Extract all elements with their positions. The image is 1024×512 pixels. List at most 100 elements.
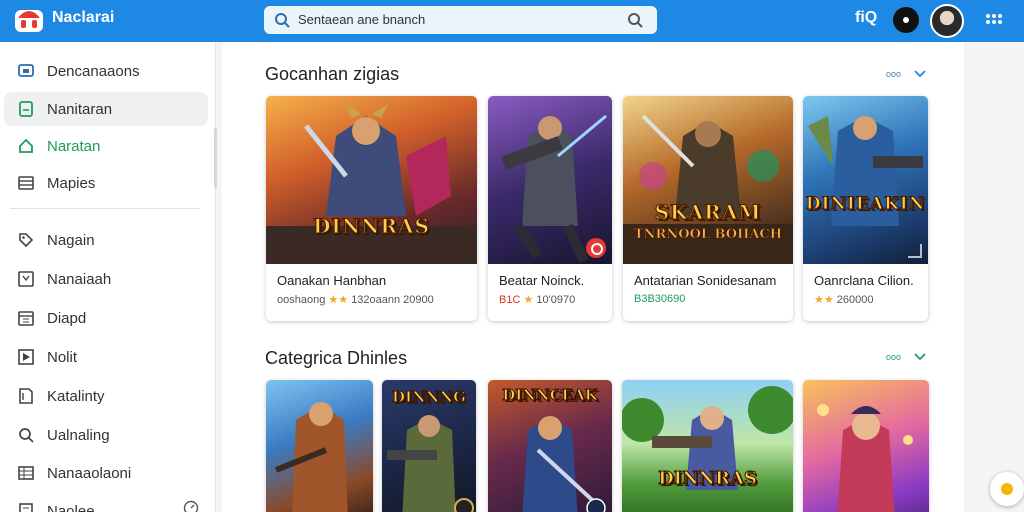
- rating-stars: ★★: [814, 294, 834, 306]
- tag-icon: [19, 233, 34, 248]
- brand-name: Naclarai: [52, 9, 115, 26]
- sidebar-item-label: Nanaiaah: [47, 271, 112, 288]
- game-meta: ooshaong ★★ 132oaann 20900: [277, 293, 434, 306]
- game-art: DINIEAKIN: [803, 96, 928, 264]
- sidebar: Dencanaaons Nanitaran Naratan Mapies Nag…: [0, 42, 217, 512]
- game-meta: B3B30690: [634, 293, 685, 305]
- search-icon: [19, 428, 34, 443]
- game-art-title: DINNCEAK: [502, 386, 598, 405]
- category-card[interactable]: DINNNG: [382, 380, 476, 512]
- category-card[interactable]: [803, 380, 929, 512]
- game-card[interactable]: Beatar Noinck. B1C ★ 10'0970: [488, 96, 612, 321]
- rating-stars: ★: [523, 294, 534, 306]
- game-art-subtitle: TNRNOOL BOIIACH: [634, 227, 783, 243]
- game-art: DINNRAS: [266, 96, 477, 264]
- monitor-icon: [18, 64, 34, 77]
- sidebar-divider: [10, 208, 200, 209]
- search-input[interactable]: Sentaean ane bnanch: [298, 12, 425, 27]
- document-icon: [19, 503, 33, 512]
- game-meta-suffix: 132oaann 20900: [351, 294, 434, 306]
- category-card[interactable]: DINNRAS: [622, 380, 793, 512]
- clock-icon[interactable]: [183, 500, 199, 512]
- game-art: [803, 380, 929, 512]
- game-card[interactable]: DINIEAKIN Oanrclana Cilion. ★★ 260000: [803, 96, 928, 321]
- file-icon: [19, 388, 33, 404]
- sidebar-item-nanaiaah[interactable]: Nanaiaah: [4, 262, 208, 296]
- sidebar-item-label: Ualnaling: [47, 427, 110, 444]
- game-card[interactable]: SKARAM TNRNOOL BOIIACH Antatarian Sonide…: [623, 96, 793, 321]
- app-logo-icon[interactable]: [14, 6, 44, 34]
- list-icon: [18, 176, 34, 190]
- sidebar-item-label: Diapd: [47, 310, 87, 327]
- category-card[interactable]: [266, 380, 373, 512]
- sidebar-item-naratan[interactable]: Naratan: [4, 129, 208, 163]
- window-icon: [18, 271, 34, 287]
- sidebar-item-label: Nanitaran: [47, 101, 113, 118]
- sidebar-scrollbar[interactable]: [214, 128, 217, 188]
- help-fab-button[interactable]: [990, 472, 1024, 506]
- game-title: Oanrclana Cilion.: [814, 273, 914, 288]
- see-more-link[interactable]: ooo: [886, 352, 901, 362]
- sidebar-item-label: Mapies: [47, 175, 96, 192]
- section-title: Categrica Dhinles: [265, 348, 408, 368]
- search-icon: [275, 13, 290, 28]
- corner-icon: [908, 244, 922, 258]
- sidebar-item-nolit[interactable]: Nolit: [4, 340, 208, 374]
- game-art-title: DINNRAS: [313, 214, 430, 239]
- sidebar-item-label: Dencanaaons: [47, 63, 140, 80]
- game-art: SKARAM TNRNOOL BOIIACH: [623, 96, 793, 264]
- game-card[interactable]: DINNRAS Oanakan Hanbhan ooshaong ★★ 132o…: [266, 96, 477, 321]
- game-art: DINNCEAK: [488, 380, 612, 512]
- sidebar-item-label: Nolit: [47, 349, 78, 366]
- search-bar[interactable]: Sentaean ane bnanch: [264, 6, 657, 34]
- home-icon: [19, 138, 33, 153]
- calendar-icon: [18, 311, 34, 326]
- rating-stars: ★★: [328, 294, 349, 306]
- chevron-down-icon[interactable]: [914, 69, 926, 79]
- see-more-link[interactable]: ooo: [886, 69, 901, 79]
- game-meta-suffix: B3B30690: [634, 293, 686, 305]
- game-art-title: DINIEAKIN: [805, 194, 926, 215]
- badge-icon: [586, 238, 606, 258]
- record-button[interactable]: [893, 7, 919, 33]
- sidebar-item-nagain[interactable]: Nagain: [4, 223, 208, 257]
- sidebar-item-katalinty[interactable]: Katalinty: [4, 379, 208, 413]
- header-shortcut[interactable]: fiQ: [855, 9, 877, 27]
- sidebar-item-naolee[interactable]: Naolee: [4, 494, 208, 512]
- game-art: [266, 380, 373, 512]
- game-meta-prefix: B1C: [499, 294, 521, 306]
- sidebar-item-label: Naratan: [47, 138, 101, 155]
- sidebar-item-nanaaolaoni[interactable]: Nanaaolaoni: [4, 456, 208, 490]
- game-meta-prefix: ooshaong: [277, 294, 326, 306]
- sidebar-item-label: Naolee: [47, 503, 95, 512]
- game-title: Oanakan Hanbhan: [277, 273, 387, 288]
- sidebar-item-label: Nagain: [47, 232, 95, 249]
- game-meta-suffix: 260000: [836, 294, 874, 306]
- sidebar-item-diapd[interactable]: Diapd: [4, 301, 208, 335]
- category-card[interactable]: DINNCEAK: [488, 380, 612, 512]
- apps-grid-icon[interactable]: [984, 11, 1004, 31]
- game-art: [488, 96, 612, 264]
- game-title: Beatar Noinck.: [499, 273, 585, 288]
- main-content: Gocanhan zigias ooo DINNRAS Oanakan Hanb…: [222, 42, 964, 512]
- grid-icon: [18, 466, 34, 480]
- search-submit-icon[interactable]: [627, 12, 643, 28]
- game-art: DINNRAS: [622, 380, 793, 512]
- game-art: DINNNG: [382, 380, 476, 512]
- sidebar-item-label: Katalinty: [47, 388, 105, 405]
- top-bar: Naclarai Sentaean ane bnanch fiQ: [0, 0, 1024, 42]
- avatar[interactable]: [930, 4, 964, 38]
- game-meta: ★★ 260000: [814, 293, 874, 306]
- game-meta: B1C ★ 10'0970: [499, 293, 575, 306]
- section-title: Gocanhan zigias: [265, 64, 400, 84]
- game-art-title: DINNRAS: [658, 468, 758, 490]
- sidebar-item-mapies[interactable]: Mapies: [4, 166, 208, 200]
- document-icon: [19, 101, 33, 117]
- sidebar-item-ualnaling[interactable]: Ualnaling: [4, 418, 208, 452]
- sidebar-item-dencanaaons[interactable]: Dencanaaons: [4, 54, 208, 88]
- game-meta-suffix: 10'0970: [536, 294, 576, 306]
- chevron-down-icon[interactable]: [914, 352, 926, 362]
- play-icon: [18, 349, 34, 365]
- sidebar-item-nanitaran[interactable]: Nanitaran: [4, 92, 208, 126]
- game-art-title: DINNNG: [392, 388, 467, 407]
